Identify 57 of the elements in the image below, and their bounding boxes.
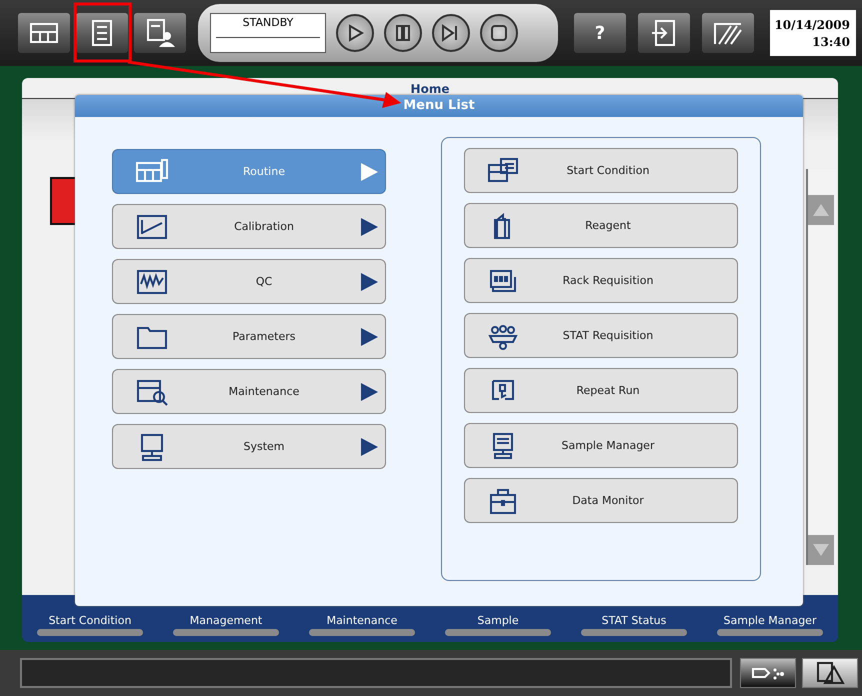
alarm-button[interactable] [802,658,858,688]
stop-button[interactable] [480,14,518,52]
grid-icon [29,22,59,44]
nav-label: STAT Status [602,614,666,627]
exit-icon [650,19,678,47]
triangle-icon [359,326,379,346]
stop-icon [490,24,508,42]
nav-label: Maintenance [326,614,398,627]
triangle-icon [359,436,379,456]
menu-list-button[interactable] [76,13,128,53]
nav-label: Sample [477,614,519,627]
triangle-icon [359,162,379,182]
warning-document-icon [815,661,845,685]
menu-item[interactable]: QC [112,259,386,304]
nav-label: Management [190,614,262,627]
waveform-chart-icon [135,268,169,296]
submenu-item[interactable]: STAT Requisition [464,313,738,358]
pause-button[interactable] [384,14,422,52]
triangle-icon [359,216,379,236]
calibration-chart-icon [135,212,169,240]
menu-item[interactable]: Parameters [112,314,386,359]
submenu-item[interactable]: Rack Requisition [464,258,738,303]
play-button[interactable] [336,14,374,52]
submenu-item[interactable]: Reagent [464,203,738,248]
exit-button[interactable] [638,13,690,53]
user-document-button[interactable] [134,13,186,53]
dialog-title: Menu List [75,95,803,117]
help-button[interactable]: ? [574,13,626,53]
submenu-item[interactable]: Sample Manager [464,423,738,468]
pause-icon [394,24,412,42]
submenu-item[interactable]: Repeat Run [464,368,738,413]
probe-button[interactable] [740,658,796,688]
submenu-item[interactable]: Start Condition [464,148,738,193]
toolbox-icon [487,486,519,514]
time-text: 13:40 [812,34,850,48]
stripes-icon [713,20,743,46]
up-triangle-icon [812,202,830,218]
triangle-icon [359,382,379,402]
step-button[interactable] [432,14,470,52]
user-document-icon [145,18,175,48]
nav-label: Start Condition [48,614,132,627]
menu-item[interactable]: Maintenance [112,369,386,414]
date-text: 10/14/2009 [774,18,850,32]
down-triangle-icon [812,542,830,558]
submenu-item[interactable]: Data Monitor [464,478,738,523]
triangle-icon [359,272,379,292]
highlight-frame [74,2,132,62]
home-button[interactable] [18,13,70,53]
windows-icon [487,156,519,184]
nav-label: Sample Manager [724,614,816,627]
magnifier-table-icon [135,378,169,406]
menu-item[interactable]: Calibration [112,204,386,249]
status-display: STANDBY [210,13,326,53]
list-icon [91,19,113,47]
stripes-button[interactable] [702,13,754,53]
menu-item[interactable]: System [112,424,386,469]
play-icon [346,24,364,42]
